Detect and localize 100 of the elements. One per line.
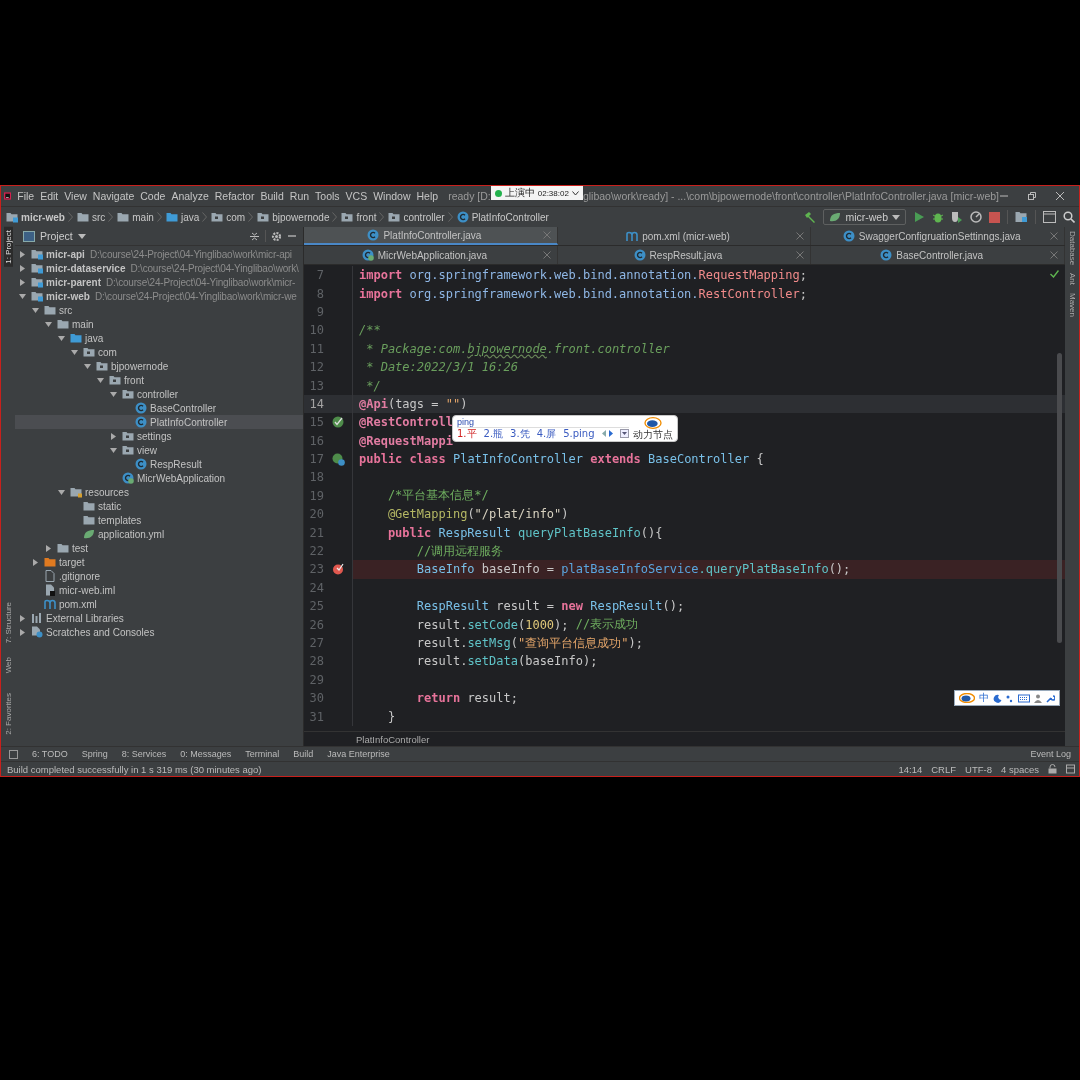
tree-item[interactable]: com [15,345,303,359]
dropdown-icon[interactable] [619,429,629,439]
tree-item[interactable]: micr-dataservice D:\course\24-Project\04-Yinglibao\work\ [15,261,303,275]
menu-item[interactable]: View [64,190,87,202]
close-icon[interactable] [1050,232,1059,240]
menu-item[interactable]: Run [289,190,310,202]
tree-item[interactable]: static [15,499,303,513]
close-icon[interactable] [1055,191,1065,201]
editor-tab[interactable]: MicrWebApplication.java [304,246,558,264]
tree-item[interactable]: External Libraries [15,611,303,625]
expanded-arrow-icon[interactable] [45,320,52,328]
side-tool-tab[interactable]: 2: Favorites [3,690,13,738]
tree-item[interactable]: bjpowernode [15,359,303,373]
breadcrumb-item[interactable]: main [132,211,154,223]
tree-item[interactable]: front [15,373,303,387]
collapsed-arrow-icon[interactable] [19,264,26,272]
gear-icon[interactable] [271,230,282,242]
tree-item[interactable]: MicrWebApplication [15,471,303,485]
panel-title[interactable]: Project [40,230,73,242]
menu-item[interactable]: Tools [315,190,340,202]
tree-item[interactable]: micr-web.iml [15,583,303,597]
folder-grid-icon[interactable] [1015,211,1028,223]
breadcrumb-item[interactable]: bjpowernode [272,211,330,223]
menu-item[interactable]: File [17,190,35,202]
editor-tab[interactable]: RespResult.java [557,246,812,264]
tool-window-tab[interactable]: Spring [81,749,108,759]
check-icon[interactable] [1050,270,1059,278]
breadcrumb-item[interactable]: com [226,211,246,223]
tree-item[interactable]: view [15,443,303,457]
status-item[interactable]: UTF-8 [965,763,992,775]
breadcrumb-item[interactable]: controller [403,211,445,223]
tree-item[interactable]: settings [15,429,303,443]
tree-item[interactable]: RespResult [15,457,303,471]
expanded-arrow-icon[interactable] [110,446,117,454]
editor-tab[interactable]: PlatInfoController.java [304,227,558,245]
tree-item[interactable]: BaseController [15,401,303,415]
collapsed-arrow-icon[interactable] [19,614,26,622]
editor-breadcrumb[interactable]: PlatInfoController [356,733,430,745]
side-tool-tab[interactable]: 1: Project [3,227,13,267]
tree-item[interactable]: target [15,555,303,569]
hammer-icon[interactable] [803,210,817,224]
collapsed-arrow-icon[interactable] [19,628,26,636]
menu-item[interactable]: Edit [40,190,59,202]
shield-play-icon[interactable] [951,211,963,223]
expanded-arrow-icon[interactable] [84,362,91,370]
restore-icon[interactable] [1027,191,1037,201]
menu-item[interactable]: Refactor [214,190,255,202]
ime-mode[interactable]: 中 [979,691,989,705]
breadcrumb-item[interactable]: PlatInfoController [471,211,549,223]
status-item[interactable]: 14:14 [898,763,923,775]
gauge-icon[interactable] [970,211,982,223]
tree-item[interactable]: pom.xml [15,597,303,611]
breadcrumb-item[interactable]: micr-web [21,211,65,223]
collapsed-arrow-icon[interactable] [45,544,52,552]
collapsed-arrow-icon[interactable] [19,278,26,286]
tool-window-tab[interactable]: 6: TODO [32,749,68,759]
expanded-arrow-icon[interactable] [19,292,26,300]
side-tool-tab[interactable]: Web [3,653,13,677]
menu-item[interactable]: Code [140,190,166,202]
bean-icon[interactable] [332,416,344,429]
breadcrumb-item[interactable]: src [91,211,106,223]
side-tool-tab[interactable]: Database [1067,231,1077,266]
page-arrows-icon[interactable] [601,430,613,438]
tree-item[interactable]: .gitignore [15,569,303,583]
expanded-arrow-icon[interactable] [58,334,65,342]
bug-icon[interactable] [932,211,944,223]
close-icon[interactable] [796,232,805,240]
tree-item[interactable]: java [15,331,303,345]
close-icon[interactable] [796,251,805,259]
menu-item[interactable]: Window [373,190,411,202]
tool-window-tab[interactable]: Terminal [245,749,280,759]
tree-item[interactable]: PlatInfoController [15,415,303,429]
scrollbar-thumb[interactable] [1057,353,1062,643]
tree-item[interactable]: resources [15,485,303,499]
editor-tab[interactable]: pom.xml (micr-web) [557,227,812,245]
collapsed-arrow-icon[interactable] [19,250,26,258]
expanded-arrow-icon[interactable] [110,390,117,398]
wrench-icon[interactable] [1046,693,1055,703]
keyboard-icon[interactable] [1018,693,1030,703]
side-tool-tab[interactable]: Ant [1067,273,1077,286]
search-icon[interactable] [1063,211,1075,223]
breadcrumb-item[interactable]: java [180,211,200,223]
stop-icon[interactable] [989,211,1000,223]
caret-icon[interactable] [77,233,86,239]
expanded-arrow-icon[interactable] [97,376,104,384]
close-icon[interactable] [1050,251,1059,259]
breadcrumb-item[interactable]: front [356,211,377,223]
side-tool-tab[interactable]: 7: Structure [3,598,13,646]
close-icon[interactable] [542,251,551,259]
tool-window-tab[interactable]: Java Enterprise [327,749,390,759]
tree-item[interactable]: templates [15,513,303,527]
tree-item[interactable]: controller [15,387,303,401]
menu-item[interactable]: Analyze [171,190,209,202]
tree-item[interactable]: test [15,541,303,555]
tree-item[interactable]: src [15,303,303,317]
tool-window-tab[interactable]: Event Log [1030,749,1071,759]
menu-item[interactable]: Help [416,190,439,202]
lock-icon[interactable] [1048,764,1057,774]
window-icon[interactable] [1043,211,1056,223]
tree-item[interactable]: micr-api D:\course\24-Project\04-Yinglibao\work\micr-api [15,247,303,261]
